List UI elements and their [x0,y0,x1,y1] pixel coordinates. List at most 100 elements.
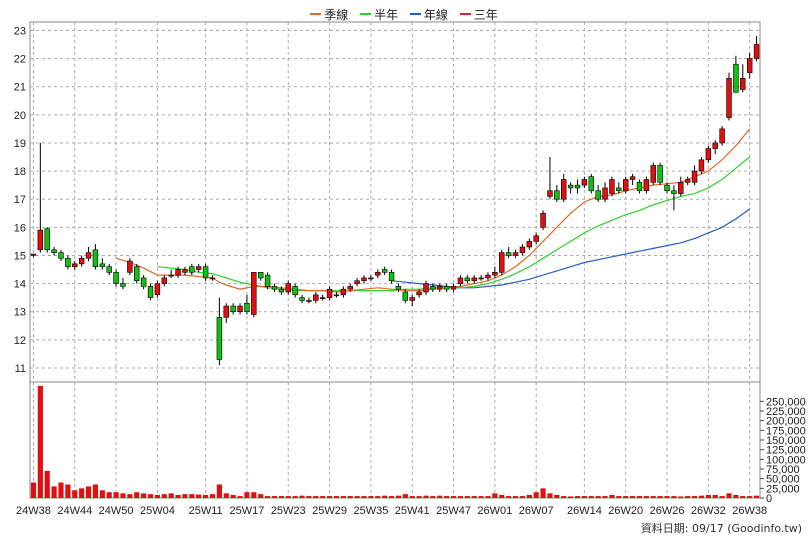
candle-body [554,190,560,200]
volume-bar [492,493,498,498]
candle-body [319,297,326,299]
price-tick-label: 13 [14,307,26,319]
volume-bar [395,495,402,498]
volume-bar [533,492,539,498]
candle-body [740,77,746,90]
price-tick-label: 17 [14,194,26,206]
candle-body [299,297,305,301]
candle-body [567,184,574,189]
time-tick-label: 26W32 [691,505,726,517]
candle-body [664,184,670,192]
stock-chart: 11 12 13 14 15 16 17 18 19 20 21 22 23 24W38 24W44 24W5… [14,21,806,517]
candle-body [196,266,202,270]
candle-body [140,277,147,287]
candle-body [326,288,333,298]
volume-bar [37,385,43,498]
volume-bar [65,484,71,498]
volume-bar [519,496,525,498]
candle-body [257,272,264,279]
volume-bar [705,494,711,498]
candle-body [44,228,50,251]
time-tick-label: 26W07 [519,505,554,517]
volume-bar [285,496,291,498]
candle-body [602,187,608,200]
time-tick-label: 25W11 [189,505,223,517]
candle-body [574,184,581,189]
time-tick-label: 26W26 [650,505,685,517]
volume-bar [313,496,319,498]
volume-bar [616,496,622,498]
candle-body [292,286,298,296]
volume-bar [340,496,346,498]
candle-body [629,176,636,180]
volume-bar [554,494,560,498]
candle-body [581,179,588,186]
price-tick-label: 16 [14,222,26,234]
candle-body [278,288,285,293]
volume-bar [437,495,443,498]
volume-bar [643,496,649,498]
volume-bar [361,496,367,498]
candle-body [175,269,181,276]
volume-bar [423,495,429,498]
candle-body [485,274,491,279]
volume-bar [347,496,353,498]
candle-body [533,235,539,242]
volume-bar [595,496,601,498]
volume-bar [147,494,154,498]
candle-body [189,266,195,273]
time-tick-label: 26W20 [608,505,643,517]
volume-bar [588,496,594,498]
candle-body [154,283,161,296]
candle-body [464,277,471,282]
volume-bar [154,494,160,498]
candle-body [719,128,725,144]
candle-body [230,305,236,312]
volume-bar [382,495,388,498]
time-tick-label: 26W14 [567,505,602,517]
price-tick-label: 12 [14,335,26,347]
volume-bar [292,496,298,498]
volume-bar [416,496,422,498]
candle-body [712,142,718,149]
volume-bar [196,494,202,498]
candle-body [416,291,422,296]
candle-body [561,179,567,200]
candle-body [271,286,278,290]
volume-bar [189,494,195,498]
volume-bar [506,496,512,498]
candle-body [388,272,395,282]
candle-body [92,249,99,267]
volume-bar [271,496,278,498]
volume-bar [678,496,684,498]
volume-bar [265,496,271,498]
candle-body [127,260,133,273]
candle-body [540,212,546,228]
volume-bar [409,496,415,498]
volume-bar [299,495,305,498]
volume-bar [630,496,636,498]
candle-body [85,252,92,259]
volume-bar [134,492,140,498]
price-tick-label: 11 [15,363,26,375]
candle-body [526,241,533,248]
candle-body [182,269,188,273]
volume-bar [161,494,167,498]
candle-body [113,272,119,284]
volume-bar [685,496,691,498]
volume-bar [168,493,174,498]
candle-body [30,253,37,256]
volume-bar [79,488,85,498]
time-tick-label: 25W17 [230,505,265,517]
volume-bar [664,496,670,498]
candle-body [512,252,519,256]
candle-body [588,176,594,192]
volume-bar [230,494,236,498]
volume-bar [719,496,725,498]
candle-body [423,283,429,293]
candle-body [733,63,739,93]
volume-bar [581,496,587,498]
candle-body [430,286,436,290]
time-tick-label: 25W35 [353,505,388,517]
volume-bar [602,496,608,498]
